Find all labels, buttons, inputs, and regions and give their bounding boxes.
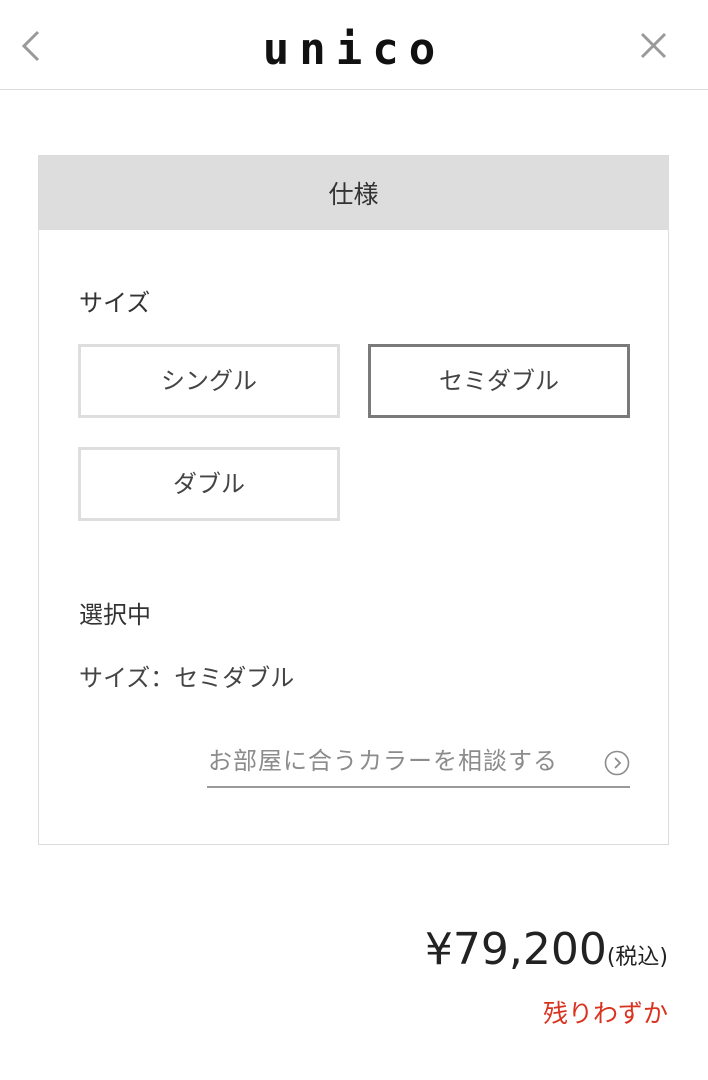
header: unico: [0, 0, 708, 90]
stock-status: 残りわずか: [542, 999, 668, 1028]
spec-panel: 仕様 サイズ シングル セミダブル ダブル 選択中 サイズ：セミダブル お部屋に…: [38, 155, 669, 845]
selected-value: サイズ：セミダブル: [79, 664, 295, 692]
spec-title: 仕様: [39, 156, 668, 230]
unico-logo[interactable]: unico: [0, 22, 708, 78]
price: ¥79,200(税込): [380, 922, 668, 987]
close-button[interactable]: [632, 24, 676, 68]
price-tax-label: (税込): [606, 945, 668, 970]
size-option-double[interactable]: ダブル: [78, 447, 340, 521]
price-amount: ¥79,200: [424, 924, 607, 975]
size-option-single[interactable]: シングル: [78, 344, 340, 418]
close-icon: [640, 32, 667, 59]
size-option-semi-double[interactable]: セミダブル: [368, 344, 630, 418]
consult-color-link[interactable]: お部屋に合うカラーを相談する: [207, 742, 630, 788]
size-label: サイズ: [79, 289, 151, 317]
selected-title: 選択中: [79, 601, 151, 629]
circle-chevron-right-icon: [604, 750, 630, 776]
consult-link-text: お部屋に合うカラーを相談する: [208, 747, 558, 775]
